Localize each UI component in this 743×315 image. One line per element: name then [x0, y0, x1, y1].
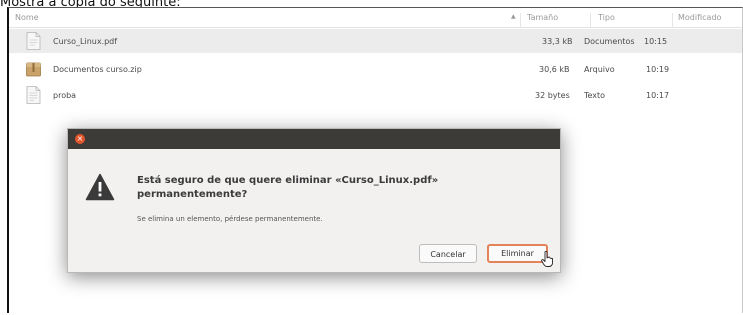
file-size: 30,6 kB — [539, 65, 570, 74]
column-divider — [672, 13, 673, 28]
column-header-type[interactable]: Tipo — [598, 13, 615, 22]
file-modified: 10:19 — [646, 65, 670, 74]
file-manager-window: Nome ▲ Tamaño Tipo Modificado Curso_Linu… — [7, 7, 743, 313]
file-type: Documentos — [584, 37, 635, 46]
column-header-size[interactable]: Tamaño — [527, 13, 558, 22]
column-header-name[interactable]: Nome — [15, 13, 39, 22]
warning-icon — [85, 173, 115, 201]
column-divider — [590, 13, 591, 28]
file-type: Texto — [584, 91, 606, 100]
file-name: proba — [53, 91, 77, 100]
file-row[interactable]: Documentos curso.zip 30,6 kB Arquivo 10:… — [9, 57, 742, 81]
column-header-modified[interactable]: Modificado — [678, 13, 721, 22]
file-size: 33,3 kB — [542, 37, 573, 46]
dialog-message: Se elimina un elemento, pérdese permanen… — [137, 215, 323, 223]
file-modified: 10:15 — [644, 37, 668, 46]
dialog-heading: Está seguro de que quere eliminar «Curso… — [137, 175, 439, 200]
file-type: Arquivo — [584, 65, 615, 74]
pdf-document-icon — [26, 32, 41, 50]
file-size: 32 bytes — [535, 91, 570, 100]
file-name: Curso_Linux.pdf — [53, 37, 118, 46]
text-file-icon — [26, 86, 41, 104]
sort-arrow-icon: ▲ — [511, 13, 516, 20]
close-icon[interactable]: × — [75, 134, 85, 144]
column-divider — [520, 13, 521, 28]
delete-button[interactable]: Eliminar — [487, 244, 548, 263]
delete-confirmation-dialog: × Está seguro de que quere eliminar «Cur… — [67, 128, 561, 273]
file-modified: 10:17 — [646, 91, 670, 100]
zip-archive-icon — [26, 62, 41, 77]
cancel-button[interactable]: Cancelar — [419, 244, 477, 263]
column-header-bar: Nome ▲ Tamaño Tipo Modificado — [9, 8, 742, 28]
hand-pointer-icon — [541, 251, 553, 267]
file-row[interactable]: proba 32 bytes Texto 10:17 — [9, 83, 742, 107]
file-name: Documentos curso.zip — [53, 65, 142, 74]
file-row[interactable]: Curso_Linux.pdf 33,3 kB Documentos 10:15 — [9, 29, 742, 53]
dialog-titlebar: × — [68, 129, 560, 149]
